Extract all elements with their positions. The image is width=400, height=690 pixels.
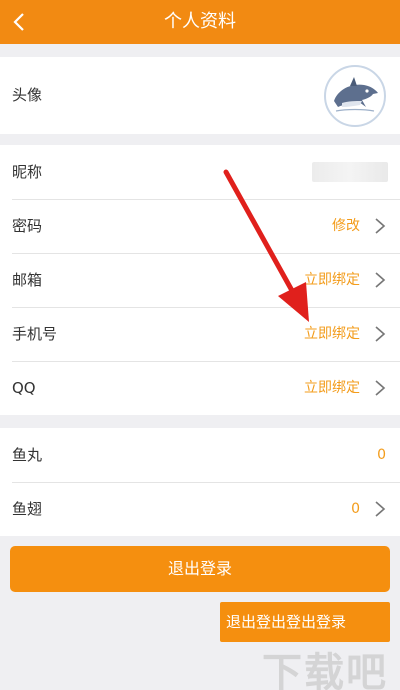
- chevron-right-icon: [375, 501, 386, 517]
- fish-ball-value: 0: [377, 447, 386, 463]
- annotation-overlay: 退出登出登出登录: [220, 602, 390, 642]
- email-row[interactable]: 邮箱 立即绑定: [0, 253, 400, 307]
- phone-action[interactable]: 立即绑定: [304, 307, 360, 361]
- chevron-right-icon: [375, 326, 386, 342]
- page-title: 个人资料: [164, 11, 236, 32]
- top-bar: 个人资料: [0, 0, 400, 44]
- fish-fin-value: 0: [351, 501, 360, 517]
- fish-ball-label: 鱼丸: [12, 446, 43, 464]
- account-group: 昵称 密码 修改 邮箱 立即绑定 手机号 立即绑定 QQ 立即绑定: [0, 145, 400, 415]
- fish-fin-label: 鱼翅: [12, 500, 43, 518]
- nickname-label: 昵称: [12, 163, 43, 181]
- chevron-right-icon: [375, 380, 386, 396]
- chevron-right-icon: [375, 272, 386, 288]
- email-label: 邮箱: [12, 271, 43, 289]
- phone-row[interactable]: 手机号 立即绑定: [0, 307, 400, 361]
- avatar-label: 头像: [12, 86, 43, 104]
- password-row[interactable]: 密码 修改: [0, 199, 400, 253]
- phone-label: 手机号: [12, 325, 58, 343]
- avatar-group: 头像: [0, 57, 400, 134]
- nickname-row[interactable]: 昵称: [0, 145, 400, 199]
- email-action[interactable]: 立即绑定: [304, 253, 360, 307]
- qq-row[interactable]: QQ 立即绑定: [0, 361, 400, 415]
- password-action[interactable]: 修改: [332, 199, 360, 253]
- avatar-row[interactable]: 头像: [0, 57, 400, 134]
- watermark: 下载吧: [262, 650, 388, 690]
- password-label: 密码: [12, 217, 43, 235]
- qq-action[interactable]: 立即绑定: [304, 361, 360, 415]
- chevron-right-icon: [375, 218, 386, 234]
- nickname-value-blurred: [312, 162, 388, 182]
- avatar[interactable]: [324, 65, 386, 127]
- logout-button[interactable]: 退出登录: [10, 546, 390, 592]
- fish-ball-row: 鱼丸 0: [0, 428, 400, 482]
- assets-group: 鱼丸 0 鱼翅 0: [0, 428, 400, 536]
- shark-avatar-icon: [334, 77, 378, 112]
- fish-fin-row[interactable]: 鱼翅 0: [0, 482, 400, 536]
- qq-label: QQ: [12, 379, 36, 397]
